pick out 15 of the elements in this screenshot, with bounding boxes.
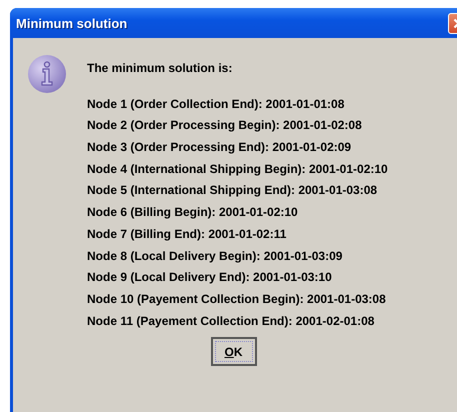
solution-line: Node 8 (Local Delivery Begin): 2001-01-03:09 [87,248,344,264]
info-icon [27,54,67,94]
solution-line: Node 7 (Billing End): 2001-01-02:11 [87,226,288,243]
solution-line: Node 1 (Order Collection End): 2001-01-01:08 [87,96,346,113]
solution-line: Node 5 (International Shipping End): 2001-01-03:08 [87,182,378,200]
solution-line: Node 3 (Order Processing End): 2001-01-02:09 [87,139,352,156]
window-title: Minimum solution [16,16,128,30]
solution-line: Node 2 (Order Processing Begin): 2001-01-02:08 [87,117,363,134]
solution-line: Node 9 (Local Delivery End): 2001-01-03:10 [87,269,333,286]
message-heading: The minimum solution is: [87,60,234,77]
ok-button[interactable]: OK [210,337,256,366]
solution-line: Node 10 (Payement Collection Begin): 2001-01-03:08 [87,290,387,308]
solution-line: Node 4 (International Shipping Begin): 2001-01-02:10 [87,160,388,178]
solution-line: Node 11 (Payement Collection End): 2001-02-01:08 [87,312,376,330]
solution-line: Node 6 (Billing Begin): 2001-01-02:10 [87,204,299,222]
